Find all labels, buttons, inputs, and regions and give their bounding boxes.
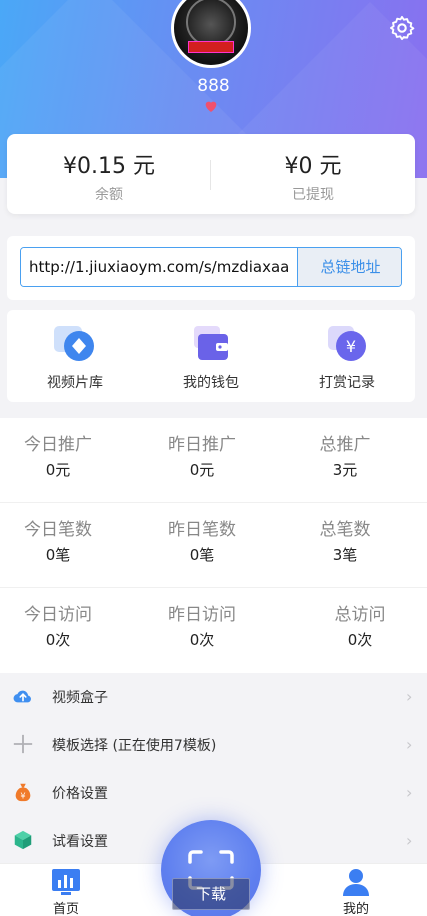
stats-row-orders: 今日笔数 0笔 昨日笔数 0笔 总笔数 3笔: [0, 503, 427, 588]
stat-today-orders: 今日笔数 0笔: [0, 515, 128, 565]
balance-withdrawn[interactable]: ¥0 元 已提现: [211, 148, 415, 204]
stat-total-orders: 总笔数 3笔: [275, 515, 415, 565]
stat-total-promotion: 总推广 3元: [275, 430, 415, 480]
svg-text:¥: ¥: [346, 337, 356, 356]
stat-title: 今日访问: [24, 605, 92, 625]
menu-item-video-box[interactable]: 视频盒子 ›: [0, 673, 427, 721]
stat-total-visits: 总访问 0次: [290, 600, 427, 650]
menu-item-label: 试看设置: [52, 834, 108, 850]
tab-label: 首页: [52, 902, 79, 916]
menu-item-template[interactable]: 模板选择 (正在使用7模板) ›: [0, 721, 427, 769]
balance-label: 余额: [95, 187, 123, 203]
stat-value: 0次: [347, 631, 373, 649]
bar-chart-icon: [51, 868, 81, 896]
balance-available[interactable]: ¥0.15 元 余额: [7, 148, 211, 204]
chevron-right-icon: ›: [406, 687, 413, 706]
stat-yesterday-visits: 昨日访问 0次: [132, 600, 272, 650]
menu-item-label: 价格设置: [52, 786, 108, 802]
link-url-input[interactable]: [21, 248, 297, 286]
stat-yesterday-promotion: 昨日推广 0元: [132, 430, 272, 480]
stat-value: 0元: [189, 461, 215, 479]
stat-title: 今日笔数: [24, 520, 92, 540]
quick-action-video-library[interactable]: 视频片库: [7, 324, 143, 392]
stats-panel: 今日推广 0元 昨日推广 0元 总推广 3元 今日笔数 0笔 昨日笔数 0笔 总…: [0, 418, 427, 673]
cloud-upload-icon: [13, 690, 31, 703]
stat-value: 0笔: [45, 546, 71, 564]
stat-value: 0笔: [189, 546, 215, 564]
tab-mine[interactable]: 我的: [316, 868, 396, 916]
stat-today-visits: 今日访问 0次: [0, 600, 128, 650]
avatar-logo: [188, 41, 234, 53]
stat-yesterday-orders: 昨日笔数 0笔: [132, 515, 272, 565]
stat-value: 0次: [189, 631, 215, 649]
stat-value: 0次: [45, 631, 71, 649]
svg-text:¥: ¥: [20, 790, 25, 800]
chevron-right-icon: ›: [406, 735, 413, 754]
balance-amount: ¥0.15 元: [63, 154, 155, 179]
chevron-right-icon: ›: [406, 783, 413, 802]
balance-card: ¥0.15 元 余额 ¥0 元 已提现: [7, 134, 415, 214]
download-label: 下载: [172, 878, 250, 910]
menu-item-label: 视频盒子: [52, 690, 108, 706]
tab-label: 我的: [342, 902, 369, 916]
stat-value: 3元: [332, 461, 358, 479]
chevron-right-icon: ›: [406, 831, 413, 850]
heart-icon[interactable]: [203, 98, 219, 114]
quick-action-tip-records[interactable]: ¥ 打赏记录: [279, 324, 415, 392]
menu-item-label: 模板选择 (正在使用7模板): [52, 738, 217, 754]
quick-action-label: 打赏记录: [319, 375, 375, 391]
diamond-icon: [52, 324, 98, 364]
quick-action-label: 我的钱包: [183, 375, 239, 391]
menu-item-price[interactable]: ¥ 价格设置 ›: [0, 769, 427, 817]
link-card: 总链地址: [7, 236, 415, 300]
stat-value: 0元: [45, 461, 71, 479]
stat-title: 昨日访问: [168, 605, 236, 625]
stat-title: 总笔数: [319, 520, 371, 540]
quick-actions: 视频片库 我的钱包 ¥ 打赏记录: [7, 310, 415, 402]
withdrawn-label: 已提现: [292, 187, 334, 203]
gear-icon[interactable]: [388, 14, 416, 42]
yen-coin-icon: ¥: [324, 324, 370, 364]
stats-row-visits: 今日访问 0次 昨日访问 0次 总访问 0次: [0, 588, 427, 673]
user-icon: [341, 868, 371, 896]
stat-title: 总推广: [319, 435, 371, 455]
stat-title: 昨日推广: [168, 435, 236, 455]
stat-title: 昨日笔数: [168, 520, 236, 540]
stat-title: 总访问: [334, 605, 386, 625]
stat-title: 今日推广: [24, 435, 92, 455]
stat-today-promotion: 今日推广 0元: [0, 430, 128, 480]
withdrawn-amount: ¥0 元: [284, 154, 342, 179]
cube-icon: [14, 830, 32, 850]
avatar-ring: [186, 0, 236, 47]
stat-value: 3笔: [332, 546, 358, 564]
nickname: 888: [197, 76, 230, 96]
link-box: 总链地址: [20, 247, 402, 287]
tab-home[interactable]: 首页: [26, 868, 106, 916]
money-bag-icon: ¥: [15, 783, 31, 802]
wallet-icon: [188, 324, 234, 364]
copy-link-button[interactable]: 总链地址: [297, 248, 401, 286]
quick-action-label: 视频片库: [47, 375, 103, 391]
stats-row-promotion: 今日推广 0元 昨日推广 0元 总推广 3元: [0, 418, 427, 503]
quick-action-wallet[interactable]: 我的钱包: [143, 324, 279, 392]
scan-download-button[interactable]: 下载: [161, 820, 261, 916]
plus-icon: [13, 734, 33, 754]
